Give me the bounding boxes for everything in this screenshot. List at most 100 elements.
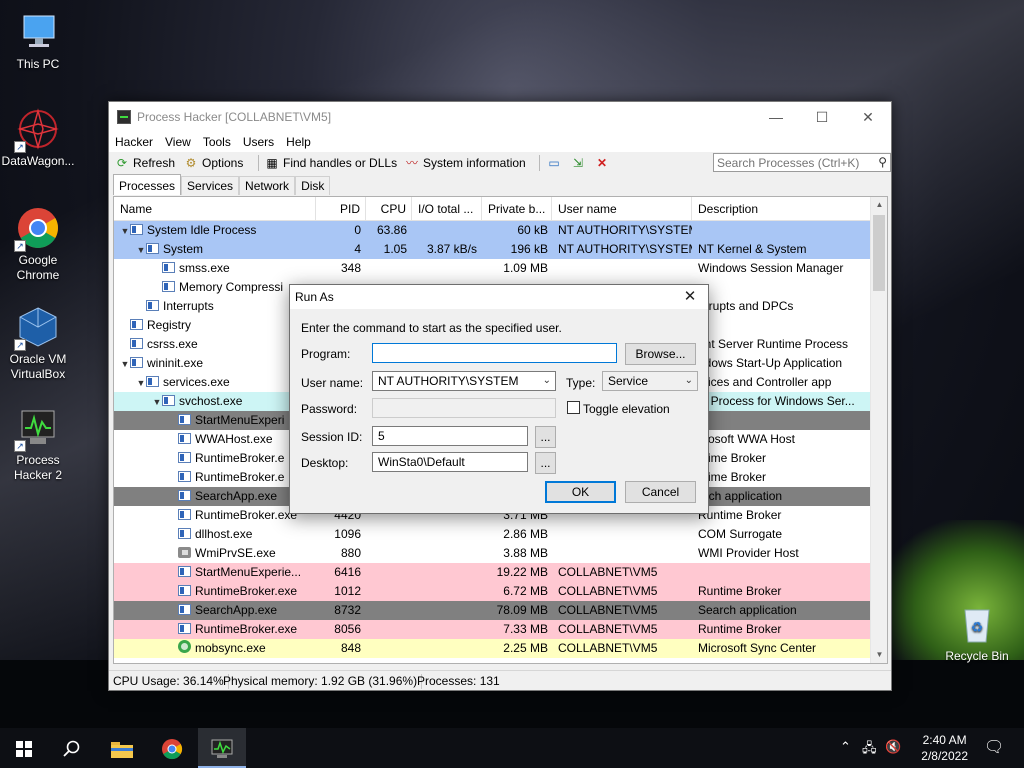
column-description[interactable]: Description [692,197,871,221]
desktop-input[interactable]: WinSta0\Default [372,452,528,472]
column-private-bytes[interactable]: Private b... [482,197,552,221]
process-desc-cell: ent Server Runtime Process [698,337,849,351]
table-row[interactable]: dllhost.exe 1096 2.86 MB COM Surrogate [114,525,871,544]
password-input[interactable] [372,398,556,418]
chevron-up-icon[interactable]: ⌃ [840,739,851,755]
browse-button[interactable]: Browse... [625,343,696,365]
type-label: Type: [566,376,596,390]
process-name: Memory Compressi [179,280,284,294]
app-icon [117,110,131,124]
options-button[interactable]: ⚙ Options [183,155,244,171]
desktop-icon-this-pc[interactable]: This PC [0,10,76,72]
process-priv-cell: 196 kB [510,242,548,256]
clock[interactable]: 2:40 AM 2/8/2022 [921,732,968,764]
desktop-browse-button[interactable]: ... [535,452,556,474]
clock-date: 2/8/2022 [921,749,968,763]
volume-muted-icon[interactable]: 🔇 [885,739,901,755]
network-icon[interactable]: 🖧 [862,739,877,761]
search-input[interactable] [714,154,864,171]
cancel-button[interactable]: Cancel [625,481,696,503]
process-name: wininit.exe [147,356,204,370]
ok-button[interactable]: OK [545,481,616,503]
maximize-button[interactable]: ☐ [799,102,845,132]
desktop-icon-process-hacker[interactable]: ↗ Process Hacker 2 [0,406,76,483]
process-hacker-taskbar-button[interactable] [198,728,246,768]
column-user-name[interactable]: User name [552,197,692,221]
toggle-elevation-checkbox[interactable] [567,401,580,414]
chevron-down-icon[interactable]: ⌄ [685,372,693,390]
process-io-cell [412,525,477,544]
chrome-taskbar-button[interactable] [148,728,196,768]
scroll-down-icon[interactable]: ▼ [871,647,887,663]
menu-users[interactable]: Users [237,132,280,149]
chevron-down-icon[interactable]: ⌄ [543,372,551,390]
table-row[interactable]: RuntimeBroker.exe 1012 6.72 MB COLLABNET\VM… [114,582,871,601]
notifications-icon[interactable]: 🗨 [984,737,1004,757]
menu-help[interactable]: Help [280,132,317,149]
column-io-total[interactable]: I/O total ... [412,197,482,221]
expand-toggle-icon[interactable]: ▼ [136,241,146,259]
column-name[interactable]: Name [114,197,316,221]
close-button[interactable]: ✕ [845,102,891,132]
find-handles-button[interactable]: ▦ Find handles or DLLs [264,155,397,171]
minimize-button[interactable]: — [753,102,799,132]
terminate-button[interactable]: ✕ [594,155,613,171]
type-value: Service [608,374,649,388]
system-information-button[interactable]: 〰 System information [404,155,526,171]
start-button[interactable] [0,728,48,768]
menu-tools[interactable]: Tools [197,132,237,149]
process-name: SearchApp.exe [195,603,278,617]
process-icon [178,452,191,463]
type-select[interactable]: Service ⌄ [602,371,698,391]
scroll-up-icon[interactable]: ▲ [871,197,887,213]
tab-services[interactable]: Services [181,176,240,195]
desktop-icon-datawagon[interactable]: ↗ DataWagon... [0,107,76,169]
vertical-scrollbar[interactable]: ▲ ▼ [870,197,887,663]
window-titlebar[interactable]: Process Hacker [COLLABNET\VM5] — ☐ ✕ [109,102,891,132]
expand-toggle-icon[interactable]: ▼ [120,355,130,373]
go-to-button[interactable]: ⇲ [570,155,589,171]
menu-view[interactable]: View [159,132,197,149]
process-name-cell: Registry [120,316,316,335]
table-row[interactable]: StartMenuExperie... 6416 19.22 MB COLLABNET… [114,563,871,582]
desktop-icon-virtualbox[interactable]: ↗ Oracle VM VirtualBox [0,305,76,382]
table-row[interactable]: smss.exe 348 1.09 MB Windows Session Manage… [114,259,871,278]
search-icon[interactable]: ⚲ [878,155,887,169]
search-taskbar-button[interactable] [48,728,96,768]
window-view-button[interactable]: ▭ [546,155,565,171]
session-id-browse-button[interactable]: ... [535,426,556,448]
table-row[interactable]: ▼ System Idle Process 0 63.86 60 kB NT AUTHOR… [114,221,871,240]
table-row[interactable]: RuntimeBroker.exe 8056 7.33 MB COLLABNET\VM… [114,620,871,639]
refresh-button[interactable]: ⟳ Refresh [114,155,175,171]
dialog-titlebar[interactable]: Run As ✕ [290,285,708,309]
dialog-close-button[interactable]: ✕ [678,286,702,308]
table-row[interactable]: ▼ System 4 1.05 3.87 kB/s 196 kB NT AUTHORITY\… [114,240,871,259]
desktop-icon-google-chrome[interactable]: ↗ Google Chrome [0,206,76,283]
process-cpu-cell: 1.05 [383,242,407,256]
shortcut-arrow-icon: ↗ [14,440,26,452]
shortcut-arrow-icon: ↗ [14,339,26,351]
menu-hacker[interactable]: Hacker [109,132,159,149]
process-priv-cell: 7.33 MB [503,622,548,636]
column-cpu[interactable]: CPU [366,197,412,221]
expand-toggle-icon[interactable]: ▼ [136,374,146,392]
scrollbar-thumb[interactable] [873,215,885,291]
desktop-icon-recycle-bin[interactable]: ♻ Recycle Bin [937,602,1017,664]
folder-icon [111,742,133,759]
search-box[interactable]: ⚲ [713,153,891,172]
program-input[interactable] [372,343,617,363]
column-pid[interactable]: PID [316,197,366,221]
table-row[interactable]: mobsync.exe 848 2.25 MB COLLABNET\VM5 Micros… [114,639,871,658]
username-combobox[interactable]: NT AUTHORITY\SYSTEM ⌄ [372,371,556,391]
table-row[interactable]: WmiPrvSE.exe 880 3.88 MB WMI Provider Host [114,544,871,563]
tab-disk[interactable]: Disk [295,176,331,195]
file-explorer-taskbar-button[interactable] [98,728,146,768]
tab-network[interactable]: Network [239,176,296,195]
expand-toggle-icon[interactable]: ▼ [152,393,162,411]
table-row[interactable]: SearchApp.exe 8732 78.09 MB COLLABNET\VM5 Se… [114,601,871,620]
session-id-input[interactable]: 5 [372,426,528,446]
chart-icon: 〰 [405,156,418,170]
expand-toggle-icon[interactable]: ▼ [120,222,130,240]
process-icon [162,395,175,406]
tab-processes[interactable]: Processes [113,174,182,195]
